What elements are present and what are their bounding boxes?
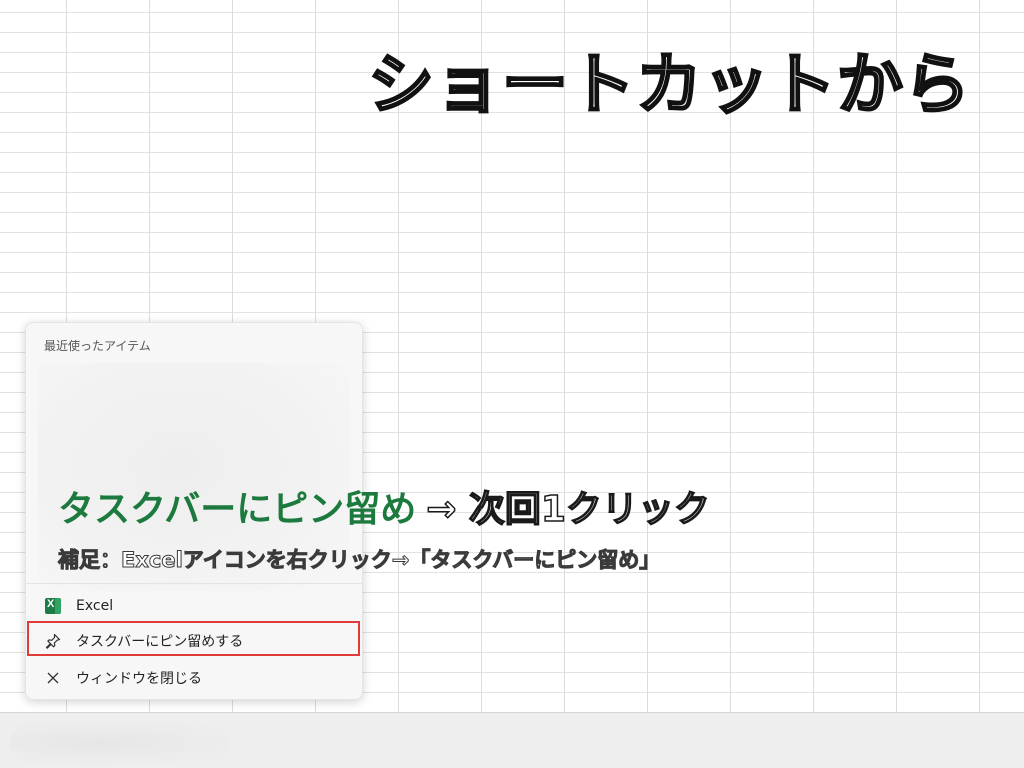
recent-items-header: 最近使ったアイテム [44, 339, 151, 353]
caption-main-green: タスクバーにピン留め [58, 489, 417, 530]
jump-list-item-label: Excel [76, 598, 114, 614]
taskbar-blurred-area [10, 723, 230, 763]
caption-main: タスクバーにピン留め → 次回1クリック [58, 489, 711, 530]
jump-list-item-excel[interactable]: X Excel [26, 589, 362, 623]
caption-sub: 補足：Excelアイコンを右クリック→「タスクバーにピン留め」 [57, 548, 661, 572]
taskbar [0, 712, 1024, 768]
caption-main-arrow: → 次回1クリック [425, 489, 710, 530]
jump-list-divider [26, 583, 362, 584]
headline-title: ショートカットから [367, 46, 972, 123]
close-icon [44, 669, 62, 687]
jump-list-item-close-window[interactable]: ウィンドウを閉じる [26, 661, 362, 695]
excel-icon: X [44, 597, 62, 615]
jump-list-item-label: ウィンドウを閉じる [76, 671, 202, 687]
highlight-box [27, 621, 360, 656]
